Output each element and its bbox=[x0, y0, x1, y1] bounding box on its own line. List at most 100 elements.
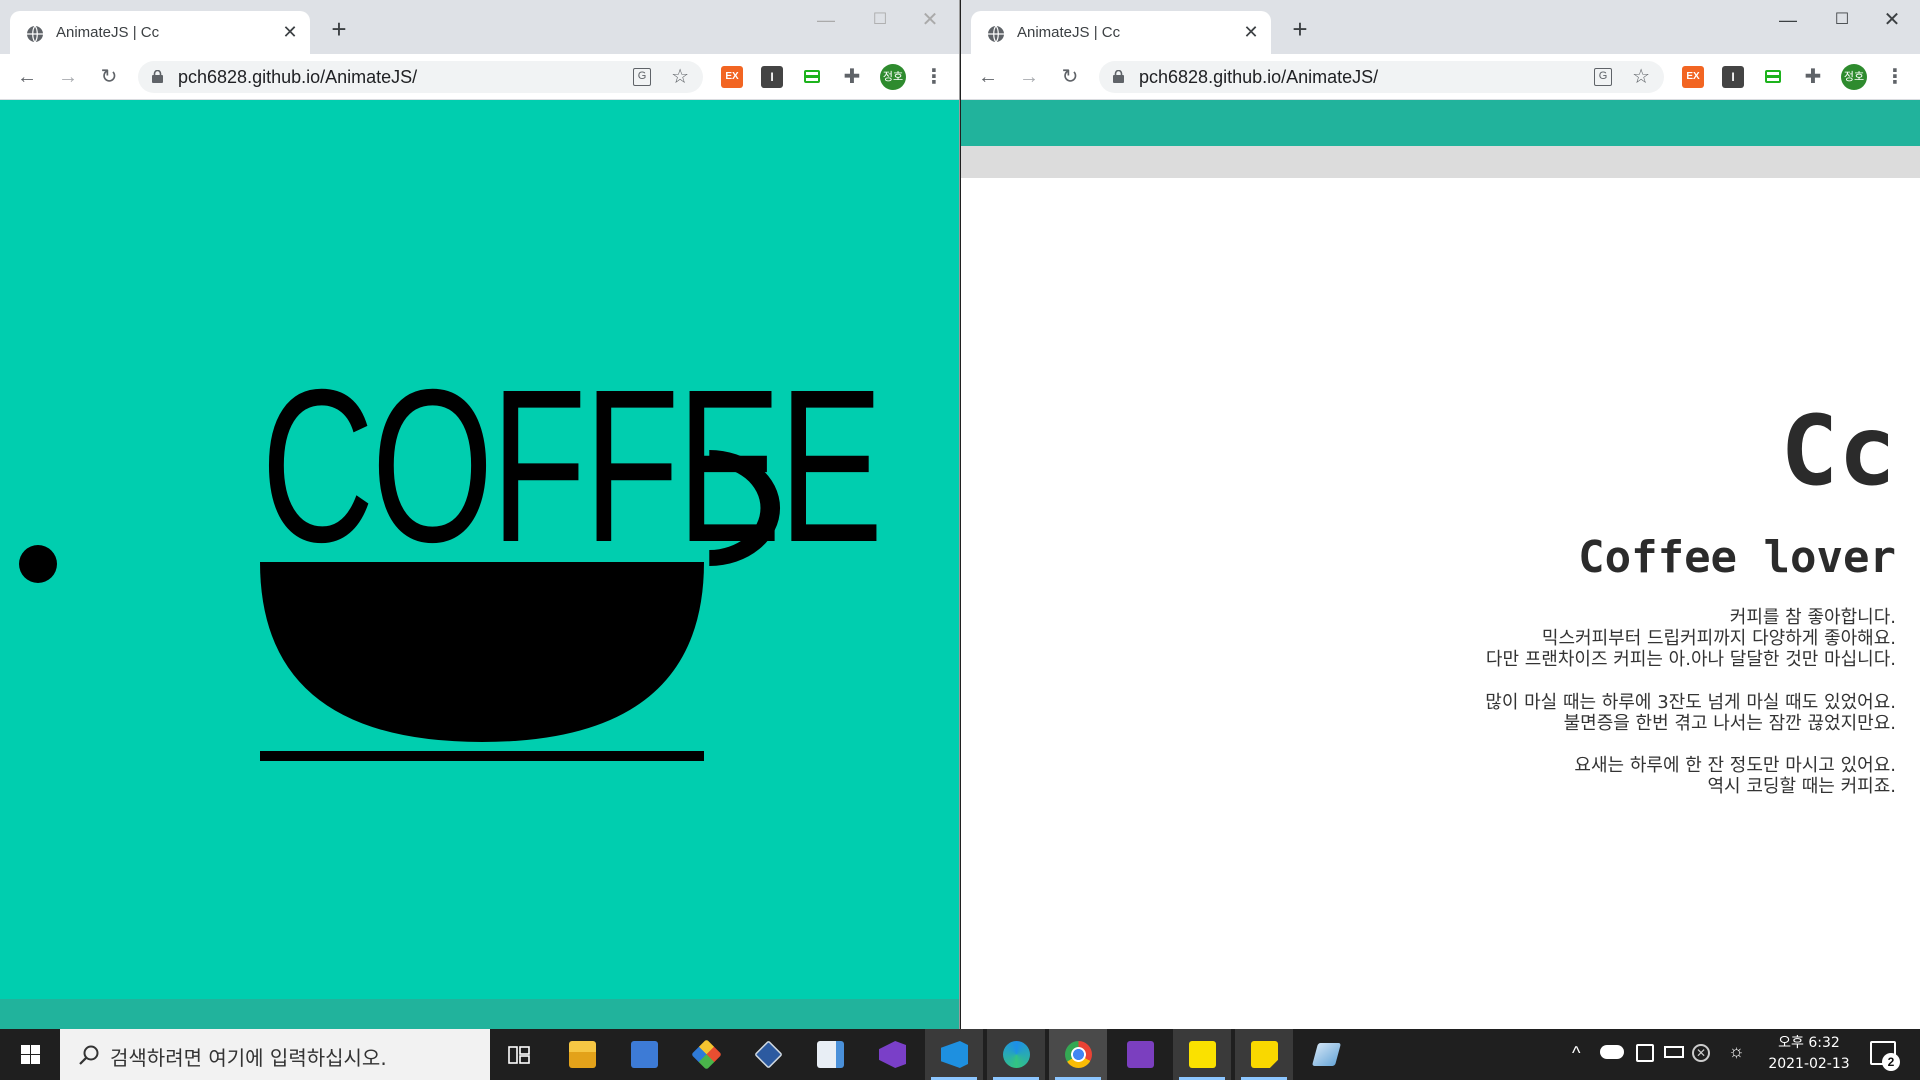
clock-time: 오후 6:32 bbox=[1778, 1035, 1840, 1051]
address-bar[interactable]: pch6828.github.io/AnimateJS/ G ☆ bbox=[138, 61, 703, 93]
extension-ex-icon[interactable]: EX bbox=[1682, 66, 1704, 88]
page-subtitle: Coffee lover bbox=[1578, 532, 1896, 583]
page-content-right: Cc Coffee lover 커피를 참 좋아합니다. 믹스커피부터 드립커피… bbox=[961, 100, 1920, 1029]
maximize-button[interactable]: ☐ bbox=[857, 6, 903, 34]
paragraph-line: 다만 프랜차이즈 커피는 아.아나 달달한 것만 마십니다. bbox=[1485, 649, 1896, 670]
forward-arrow-icon[interactable]: → bbox=[1016, 64, 1042, 90]
extensions-puzzle-icon[interactable]: ✚ bbox=[841, 66, 863, 88]
top-band-lower bbox=[961, 118, 1920, 146]
vscode-icon[interactable] bbox=[925, 1029, 983, 1080]
top-band bbox=[961, 100, 1920, 118]
battery-icon[interactable] bbox=[1664, 1046, 1684, 1058]
app-icon[interactable] bbox=[1297, 1029, 1355, 1080]
tab-title: AnimateJS | Cc bbox=[56, 24, 160, 41]
back-arrow-icon[interactable]: ← bbox=[14, 64, 40, 90]
page-content-left: COFFEE bbox=[0, 100, 959, 1029]
network-icon[interactable] bbox=[1636, 1044, 1654, 1062]
coffee-word: COFFEE bbox=[261, 345, 883, 588]
reload-icon[interactable]: ↻ bbox=[1057, 64, 1083, 90]
paragraph-line: 믹스커피부터 드립커피까지 다양하게 좋아해요. bbox=[1541, 628, 1896, 649]
taskbar-search-box[interactable]: 검색하려면 여기에 입력하십시오. bbox=[60, 1029, 490, 1080]
onedrive-cloud-icon[interactable] bbox=[1600, 1045, 1624, 1059]
browser-tab[interactable]: AnimateJS | Cc ✕ bbox=[971, 11, 1271, 54]
maximize-button[interactable]: ☐ bbox=[1819, 6, 1865, 34]
lock-icon bbox=[1113, 70, 1124, 83]
close-window-button[interactable]: ✕ bbox=[1869, 6, 1915, 34]
onenote-icon[interactable] bbox=[1111, 1029, 1169, 1080]
edge-icon[interactable] bbox=[987, 1029, 1045, 1080]
bottom-band bbox=[0, 999, 959, 1029]
reload-icon[interactable]: ↻ bbox=[96, 64, 122, 90]
new-tab-button[interactable]: + bbox=[326, 16, 352, 43]
browser-toolbar: ← → ↻ pch6828.github.io/AnimateJS/ G ☆ E… bbox=[0, 54, 959, 100]
close-tab-icon[interactable]: ✕ bbox=[1241, 22, 1261, 42]
back-arrow-icon[interactable]: ← bbox=[975, 64, 1001, 90]
extensions-puzzle-icon[interactable]: ✚ bbox=[1802, 66, 1824, 88]
search-placeholder: 검색하려면 여기에 입력하십시오. bbox=[110, 1046, 387, 1070]
paragraph-line: 커피를 참 좋아합니다. bbox=[1729, 607, 1896, 628]
paragraph-2: 많이 마실 때는 하루에 3잔도 넘게 마실 때도 있었어요. 불면증을 한번 … bbox=[1485, 692, 1896, 734]
notification-badge: 2 bbox=[1882, 1053, 1900, 1071]
page-heading: Cc bbox=[1780, 395, 1896, 507]
browser-window-right: AnimateJS | Cc ✕ + — ☐ ✕ ← → ↻ pch6828.g… bbox=[961, 0, 1920, 1029]
url-text: pch6828.github.io/AnimateJS/ bbox=[178, 67, 418, 87]
search-icon bbox=[79, 1045, 99, 1065]
sticky-notes-icon[interactable] bbox=[1235, 1029, 1293, 1080]
black-dot bbox=[19, 545, 57, 583]
extension-i-icon[interactable]: I bbox=[761, 66, 783, 88]
file-explorer-icon[interactable] bbox=[553, 1029, 611, 1080]
grey-band bbox=[961, 146, 1920, 178]
paragraph-line: 불면증을 한번 겪고 나서는 잠깐 끊었지만요. bbox=[1563, 713, 1896, 734]
git-icon[interactable] bbox=[677, 1029, 735, 1080]
tab-title: AnimateJS | Cc bbox=[1017, 24, 1121, 41]
tab-strip: AnimateJS | Cc ✕ + — ☐ ✕ bbox=[0, 0, 959, 54]
kakaotalk-icon[interactable] bbox=[1173, 1029, 1231, 1080]
clock[interactable]: 오후 6:32 2021-02-13 bbox=[1762, 1033, 1856, 1075]
paragraph-line: 요새는 하루에 한 잔 정도만 마시고 있어요. bbox=[1574, 755, 1896, 776]
paragraph-line: 역시 코딩할 때는 커피죠. bbox=[1707, 776, 1897, 797]
profile-avatar[interactable]: 정호 bbox=[1841, 64, 1867, 90]
bookmark-star-icon[interactable]: ☆ bbox=[1632, 64, 1650, 89]
tab-strip: AnimateJS | Cc ✕ + — ☐ ✕ bbox=[961, 0, 1920, 54]
chrome-icon[interactable] bbox=[1049, 1029, 1107, 1080]
remote-desktop-icon[interactable] bbox=[615, 1029, 673, 1080]
minimize-button[interactable]: — bbox=[1765, 6, 1811, 34]
new-tab-button[interactable]: + bbox=[1287, 16, 1313, 43]
paragraph-line: 많이 마실 때는 하루에 3잔도 넘게 마실 때도 있었어요. bbox=[1485, 692, 1896, 713]
globe-icon bbox=[27, 25, 43, 43]
url-text: pch6828.github.io/AnimateJS/ bbox=[1139, 67, 1379, 87]
translate-icon[interactable]: G bbox=[633, 68, 651, 86]
task-view-icon[interactable] bbox=[490, 1029, 548, 1080]
menu-kebab-icon[interactable]: ⋮ bbox=[924, 64, 944, 90]
bookmark-star-icon[interactable]: ☆ bbox=[671, 64, 689, 89]
extension-green-icon[interactable] bbox=[1762, 66, 1784, 88]
close-window-button[interactable]: ✕ bbox=[907, 6, 953, 34]
globe-icon bbox=[988, 25, 1004, 43]
lock-icon bbox=[152, 70, 163, 83]
virtualbox-icon[interactable] bbox=[739, 1029, 797, 1080]
input-indicator-icon[interactable]: ☼ bbox=[1728, 1041, 1745, 1080]
browser-window-left: AnimateJS | Cc ✕ + — ☐ ✕ ← → ↻ pch6828.g… bbox=[0, 0, 960, 1029]
forward-arrow-icon[interactable]: → bbox=[55, 64, 81, 90]
windows-start-icon[interactable] bbox=[0, 1029, 60, 1080]
tray-overflow-chevron-icon[interactable]: ^ bbox=[1572, 1043, 1580, 1080]
browser-tab[interactable]: AnimateJS | Cc ✕ bbox=[10, 11, 310, 54]
close-tab-icon[interactable]: ✕ bbox=[280, 22, 300, 42]
visual-studio-icon[interactable] bbox=[863, 1029, 921, 1080]
extension-ex-icon[interactable]: EX bbox=[721, 66, 743, 88]
extension-green-icon[interactable] bbox=[801, 66, 823, 88]
extension-i-icon[interactable]: I bbox=[1722, 66, 1744, 88]
notepad-icon[interactable] bbox=[801, 1029, 859, 1080]
translate-icon[interactable]: G bbox=[1594, 68, 1612, 86]
mute-icon[interactable]: ✕ bbox=[1692, 1044, 1710, 1062]
paragraph-3: 요새는 하루에 한 잔 정도만 마시고 있어요. 역시 코딩할 때는 커피죠. bbox=[1574, 755, 1896, 797]
clock-date: 2021-02-13 bbox=[1768, 1056, 1850, 1072]
coffee-cup-illustration: COFFEE bbox=[250, 358, 883, 800]
taskbar: 검색하려면 여기에 입력하십시오. ^ ✕ ☼ 오후 6:32 2021-02-… bbox=[0, 1029, 1920, 1080]
menu-kebab-icon[interactable]: ⋮ bbox=[1885, 64, 1905, 90]
minimize-button[interactable]: — bbox=[803, 6, 849, 34]
address-bar[interactable]: pch6828.github.io/AnimateJS/ G ☆ bbox=[1099, 61, 1664, 93]
paragraph-1: 커피를 참 좋아합니다. 믹스커피부터 드립커피까지 다양하게 좋아해요. 다만… bbox=[1486, 607, 1896, 670]
profile-avatar[interactable]: 정호 bbox=[880, 64, 906, 90]
browser-toolbar: ← → ↻ pch6828.github.io/AnimateJS/ G ☆ E… bbox=[961, 54, 1920, 100]
